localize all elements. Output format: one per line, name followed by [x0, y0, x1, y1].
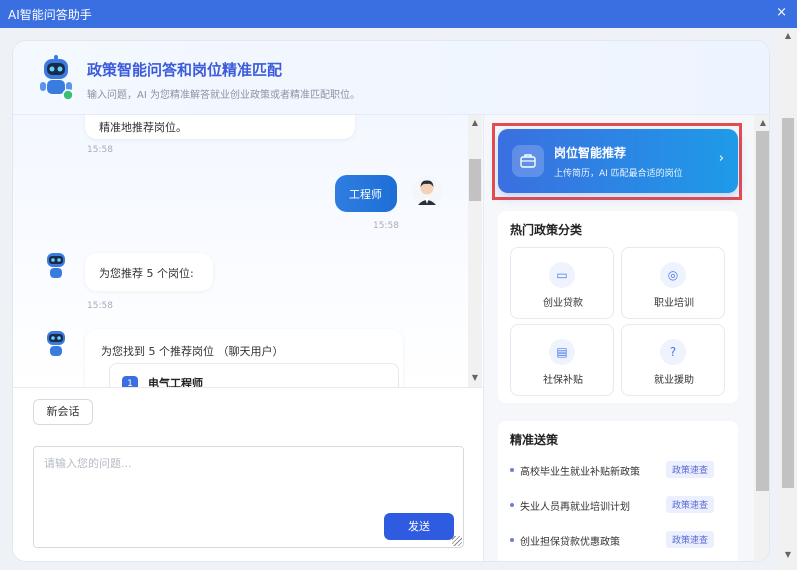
policy-tag[interactable]: 政策速查 [666, 531, 715, 548]
policy-text: 高校毕业生就业补贴新政策 [520, 467, 640, 478]
bullet-dot [510, 538, 514, 542]
bot-message-text: 为您找到 5 个推荐岗位 （聊天用户） [101, 345, 284, 358]
resize-handle-icon[interactable] [452, 536, 462, 546]
category-social-security[interactable]: ▤ 社保补贴 [510, 324, 614, 396]
panel-scrollbar[interactable]: ▲ [754, 115, 769, 561]
category-label: 社保补贴 [543, 375, 583, 386]
window-scrollbar[interactable]: ▲ ▼ [779, 28, 797, 570]
send-button[interactable]: 发送 [384, 513, 454, 540]
bot-message-text: 为您推荐 5 个岗位: [99, 267, 194, 280]
chat-scrollbar[interactable]: ▲ ▼ [468, 115, 482, 387]
assistant-card: 政策智能问答和岗位精准匹配 输入问题，AI 为您精准解答就业创业政策或者精准匹配… [12, 40, 770, 562]
job-card[interactable]: 1 电气工程师 [109, 363, 399, 387]
briefcase-icon [512, 145, 544, 177]
input-panel: 新会话 请输入您的问题... 发送 [13, 387, 483, 561]
category-employment-aid[interactable]: ? 就业援助 [621, 324, 725, 396]
document-icon: ▤ [549, 339, 575, 365]
robot-avatar-icon [35, 55, 77, 104]
message-time: 15:58 [87, 301, 113, 311]
window-body: 政策智能问答和岗位精准匹配 输入问题，AI 为您精准解答就业创业政策或者精准匹配… [0, 28, 797, 570]
window-title: AI智能问答助手 [8, 8, 92, 22]
policy-item[interactable]: 高校毕业生就业补贴新政策 政策速查 [510, 461, 726, 479]
robot-avatar-icon [43, 329, 69, 362]
bot-message-text: 精准地推荐岗位。 [99, 121, 187, 134]
policy-item[interactable]: 失业人员再就业培训计划 政策速查 [510, 496, 726, 514]
help-icon: ? [660, 339, 686, 365]
categories-title: 热门政策分类 [510, 223, 583, 237]
policy-item[interactable]: 创业担保贷款优惠政策 政策速查 [510, 531, 726, 549]
scroll-down-icon[interactable]: ▼ [468, 373, 482, 382]
policy-tag[interactable]: 政策速查 [666, 496, 715, 513]
bot-message-bubble: 精准地推荐岗位。 [85, 115, 355, 139]
category-vocational-training[interactable]: ◎ 职业培训 [621, 247, 725, 319]
category-label: 就业援助 [654, 375, 694, 386]
policy-categories: 热门政策分类 ▭ 创业贷款 ◎ 职业培训 ▤ 社保补贴 ? 就业援助 [498, 211, 738, 403]
user-message-text: 工程师 [349, 188, 382, 201]
policy-text: 失业人员再就业培训计划 [520, 502, 630, 513]
job-recommend-subtitle: 上传简历，AI 匹配最合适的岗位 [554, 169, 683, 179]
category-label: 创业贷款 [543, 298, 583, 309]
job-recommend-title: 岗位智能推荐 [554, 146, 627, 160]
scrollbar-thumb[interactable] [782, 118, 794, 488]
chevron-right-icon: › [718, 151, 724, 166]
assistant-header: 政策智能问答和岗位精准匹配 输入问题，AI 为您精准解答就业创业政策或者精准匹配… [13, 41, 769, 115]
scroll-up-icon[interactable]: ▲ [468, 118, 482, 127]
book-icon: ▭ [549, 262, 575, 288]
policy-text: 创业担保贷款优惠政策 [520, 537, 620, 548]
robot-avatar-icon [43, 251, 69, 284]
bullet-dot [510, 468, 514, 472]
category-label: 职业培训 [654, 298, 694, 309]
bullet-dot [510, 503, 514, 507]
scroll-up-icon[interactable]: ▲ [781, 31, 795, 40]
policy-tag[interactable]: 政策速查 [666, 461, 715, 478]
category-startup-loan[interactable]: ▭ 创业贷款 [510, 247, 614, 319]
scroll-up-icon[interactable]: ▲ [756, 118, 769, 127]
page-title: 政策智能问答和岗位精准匹配 [87, 61, 283, 79]
page-subtitle: 输入问题，AI 为您精准解答就业创业政策或者精准匹配职位。 [87, 90, 360, 101]
targeted-policies: 精准送策 高校毕业生就业补贴新政策 政策速查 失业人员再就业培训计划 政策速查 … [498, 421, 738, 561]
right-panel: 岗位智能推荐 上传简历，AI 匹配最合适的岗位 › 热门政策分类 ▭ 创业贷款 … [483, 115, 769, 561]
job-index-badge: 1 [122, 376, 138, 387]
policies-title: 精准送策 [510, 433, 559, 447]
message-time: 15:58 [87, 145, 113, 155]
scrollbar-thumb[interactable] [756, 131, 769, 491]
new-chat-button[interactable]: 新会话 [33, 399, 93, 425]
user-avatar-icon [411, 175, 443, 212]
job-recommend-card[interactable]: 岗位智能推荐 上传简历，AI 匹配最合适的岗位 › [498, 129, 738, 193]
user-message-bubble: 工程师 [335, 175, 397, 212]
question-placeholder: 请输入您的问题... [44, 457, 132, 470]
scrollbar-thumb[interactable] [469, 159, 481, 201]
scroll-down-icon[interactable]: ▼ [781, 550, 795, 559]
window-titlebar: AI智能问答助手 × [0, 0, 797, 28]
message-time: 15:58 [373, 221, 399, 231]
compass-icon: ◎ [660, 262, 686, 288]
close-icon[interactable]: × [776, 5, 787, 20]
job-title: 电气工程师 [148, 377, 203, 387]
chat-history[interactable]: 精准地推荐岗位。 15:58 工程师 15:58 为您推荐 5 个岗位: 15:… [13, 115, 483, 387]
bot-message-bubble: 为您推荐 5 个岗位: [85, 253, 213, 291]
